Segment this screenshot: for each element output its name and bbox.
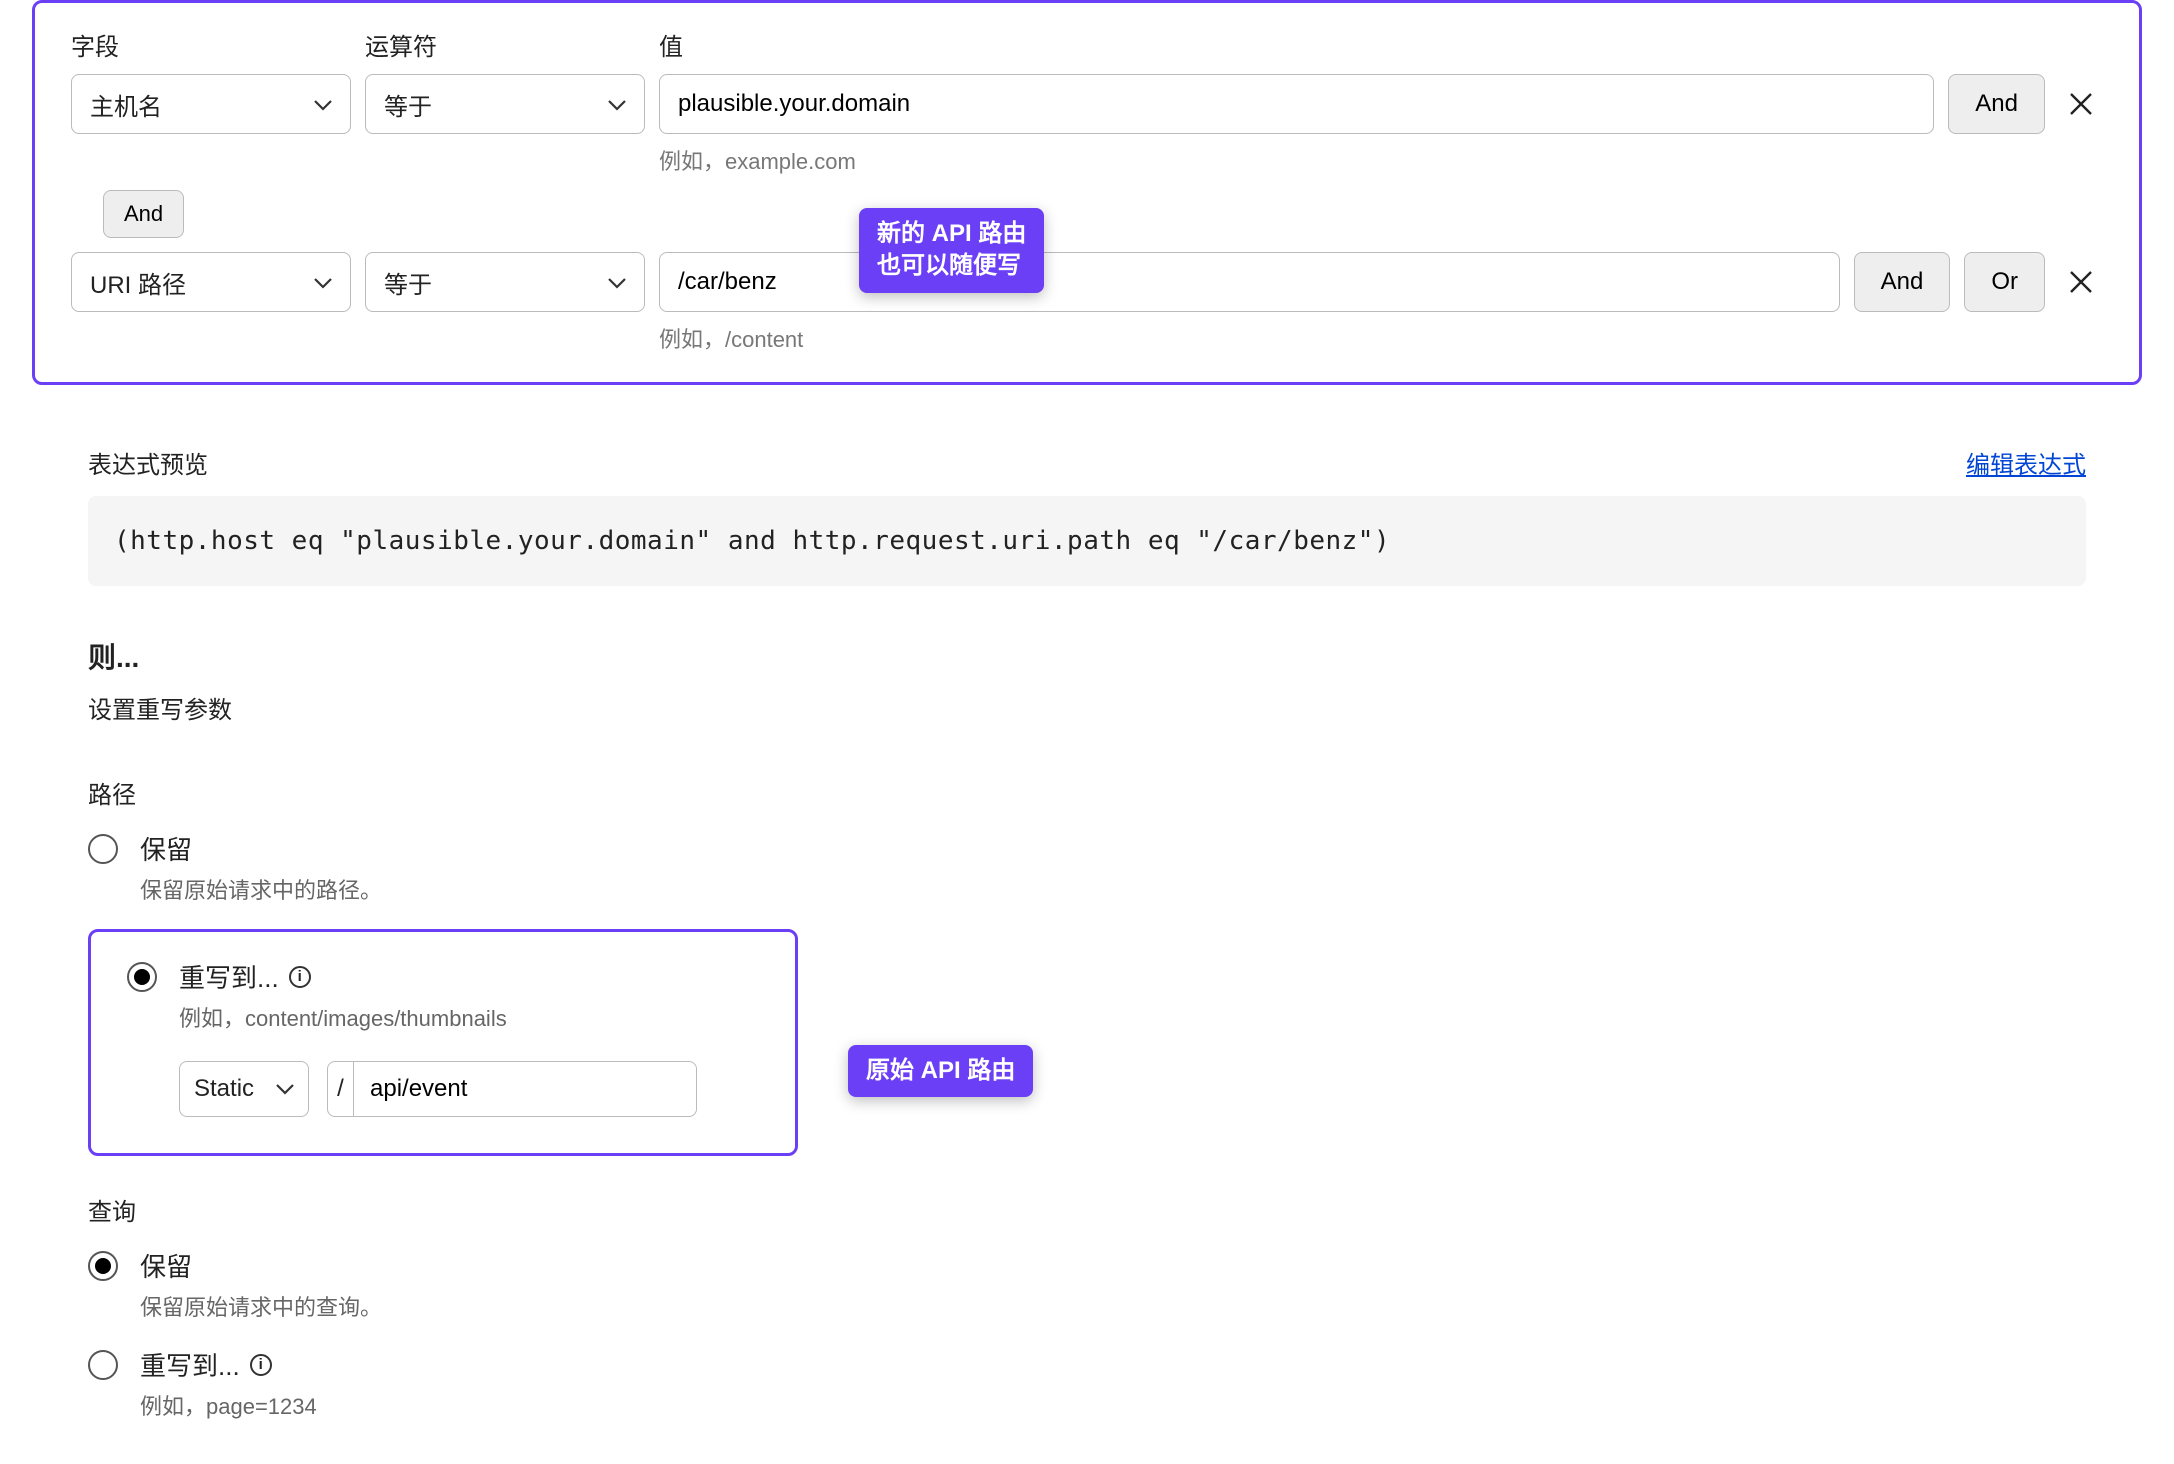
connector-and-button[interactable]: And [103,190,184,238]
chevron-down-icon [608,268,626,296]
query-preserve-option[interactable]: 保留 保留原始请求中的查询。 [88,1247,2086,1322]
option-subtitle: 例如，content/images/thumbnails [179,1001,507,1033]
header-field: 字段 [71,27,351,62]
value-input[interactable] [659,252,1840,312]
path-rewrite-option[interactable]: 重写到... i 例如，content/images/thumbnails [127,958,759,1033]
edit-expression-link[interactable]: 编辑表达式 [1966,445,2086,480]
then-title: 则... [88,636,2086,676]
close-icon [2068,91,2094,117]
query-section-label: 查询 [88,1192,2086,1227]
option-title: 保留 [140,830,382,867]
rewrite-path-group: / [327,1061,697,1117]
value-column: 例如，example.com [659,74,1934,176]
header-value: 值 [659,27,2103,62]
path-section-label: 路径 [88,775,2086,810]
operator-select[interactable]: 等于 [365,252,645,312]
field-select-value: URI 路径 [90,265,186,300]
filter-header: 字段 运算符 值 [71,27,2103,62]
radio-checked[interactable] [127,962,157,992]
annotation-badge-new-api: 新的 API 路由也可以随便写 [859,208,1044,293]
filter-row: 主机名 等于 例如，example.com And [71,74,2103,176]
operator-select-value: 等于 [384,87,432,122]
radio-unchecked[interactable] [88,834,118,864]
info-icon[interactable]: i [250,1354,272,1376]
filter-rules-box: 字段 运算符 值 主机名 等于 例如，example.com And And U… [32,0,2142,385]
option-title: 保留 [140,1247,382,1284]
chevron-down-icon [314,268,332,296]
value-column: 例如，/content 新的 API 路由也可以随便写 [659,252,1840,354]
option-subtitle: 保留原始请求中的查询。 [140,1290,382,1322]
radio-dot [134,969,150,985]
and-button[interactable]: And [1854,252,1951,312]
path-prefix: / [328,1062,354,1116]
and-button[interactable]: And [1948,74,2045,134]
operator-select[interactable]: 等于 [365,74,645,134]
field-select-value: 主机名 [90,87,162,122]
value-hint: 例如，example.com [659,144,1934,176]
rewrite-mode-select[interactable]: Static [179,1061,309,1117]
radio-checked[interactable] [88,1251,118,1281]
field-select[interactable]: URI 路径 [71,252,351,312]
option-subtitle: 例如，page=1234 [140,1389,317,1421]
option-title: 重写到... i [179,958,507,995]
close-icon [2068,269,2094,295]
rewrite-mode-value: Static [194,1075,254,1103]
remove-row-button[interactable] [2059,252,2103,312]
path-preserve-option[interactable]: 保留 保留原始请求中的路径。 [88,830,2086,905]
radio-dot [95,1258,111,1274]
info-icon[interactable]: i [289,966,311,988]
path-rewrite-box: 重写到... i 例如，content/images/thumbnails St… [88,929,798,1156]
rewrite-path-input[interactable] [354,1062,696,1116]
value-hint: 例如，/content [659,322,1840,354]
then-subtitle: 设置重写参数 [88,690,2086,725]
annotation-badge-orig-api: 原始 API 路由 [848,1045,1033,1097]
rewrite-inputs: Static / [179,1061,759,1117]
or-button[interactable]: Or [1964,252,2045,312]
operator-select-value: 等于 [384,265,432,300]
filter-row: URI 路径 等于 例如，/content 新的 API 路由也可以随便写 An… [71,252,2103,354]
preview-header: 表达式预览 编辑表达式 [88,445,2086,480]
query-rewrite-option[interactable]: 重写到... i 例如，page=1234 [88,1346,2086,1421]
and-connector: And [103,190,2103,238]
expression-preview-section: 表达式预览 编辑表达式 (http.host eq "plausible.you… [0,445,2174,1421]
option-subtitle: 保留原始请求中的路径。 [140,873,382,905]
field-select[interactable]: 主机名 [71,74,351,134]
preview-title: 表达式预览 [88,445,208,480]
option-title: 重写到... i [140,1346,317,1383]
header-operator: 运算符 [365,27,645,62]
chevron-down-icon [276,1083,294,1095]
value-input[interactable] [659,74,1934,134]
chevron-down-icon [314,90,332,118]
remove-row-button[interactable] [2059,74,2103,134]
radio-unchecked[interactable] [88,1350,118,1380]
chevron-down-icon [608,90,626,118]
expression-code: (http.host eq "plausible.your.domain" an… [88,496,2086,586]
